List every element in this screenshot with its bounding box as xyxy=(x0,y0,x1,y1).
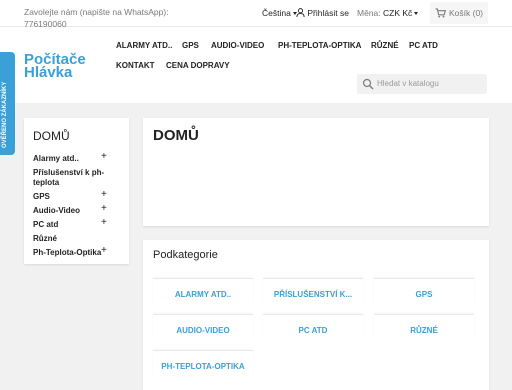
logo-line-2: Hlávka xyxy=(24,64,73,81)
expand-plus-icon[interactable]: + xyxy=(101,217,107,228)
login-link[interactable]: Přihlásit se xyxy=(296,8,349,18)
nav-item-gps[interactable]: GPS xyxy=(182,41,199,50)
sidebar-item-pc-atd[interactable]: PC atd xyxy=(33,220,58,230)
search-input[interactable]: Hledat v katalogu xyxy=(377,79,439,88)
sidebar-title[interactable]: DOMŮ xyxy=(33,129,70,143)
expand-plus-icon[interactable]: + xyxy=(101,245,107,256)
sidebar-item-audio-video[interactable]: Audio-Video xyxy=(33,206,80,216)
sidebar-item-label: Ph-Teplota-Optika xyxy=(33,248,102,257)
subcategory-audio-video[interactable]: AUDIO-VIDEO xyxy=(153,314,253,339)
subcategories-heading: Podkategorie xyxy=(153,249,218,261)
nav-item-ruzne[interactable]: RŮZNÉ xyxy=(371,41,399,50)
expand-plus-icon[interactable]: + xyxy=(101,189,107,200)
subcategory-alarmy[interactable]: ALARMY ATD.. xyxy=(153,278,253,303)
cart-icon xyxy=(435,8,446,18)
subcategory-gps[interactable]: GPS xyxy=(374,278,474,303)
page-title: DOMŮ xyxy=(153,127,199,144)
nav-item-cena-dopravy[interactable]: CENA DOPRAVY xyxy=(166,61,230,70)
user-icon xyxy=(296,8,305,18)
sidebar-item-label: Příslušenství k ph-teplota xyxy=(33,168,105,187)
subcategory-pc-atd[interactable]: PC ATD xyxy=(263,314,363,339)
header: Počítače Hlávka ALARMY ATD.. GPS AUDIO-V… xyxy=(0,27,512,103)
sidebar-item-ruzne[interactable]: Různé xyxy=(33,234,57,244)
cart-label: Košík (0) xyxy=(449,8,484,18)
currency-label: Měna: xyxy=(357,8,381,18)
expand-plus-icon[interactable]: + xyxy=(101,203,107,214)
sidebar-item-label: PC atd xyxy=(33,220,59,229)
site-logo[interactable]: Počítače Hlávka xyxy=(24,52,104,83)
sidebar-item-gps[interactable]: GPS xyxy=(33,192,50,202)
language-selector[interactable]: Čeština xyxy=(262,8,297,18)
search-box[interactable]: Hledat v katalogu xyxy=(357,74,487,94)
subcategory-ph-teplota-optika[interactable]: PH-TEPLOTA-OPTIKA xyxy=(153,350,253,375)
sidebar-item-prislusenstvi[interactable]: Příslušenství k ph-teplota xyxy=(33,168,111,188)
verified-reviews-badge[interactable]: OVĚŘENO ZÁKAZNÍKY xyxy=(0,52,15,155)
subcategories-section: Podkategorie ALARMY ATD.. PŘÍSLUŠENSTVÍ … xyxy=(143,240,489,390)
top-bar: Zavolejte nám (napište na WhatsApp): 776… xyxy=(0,0,512,29)
nav-item-pc-atd[interactable]: PC ATD xyxy=(409,41,438,50)
expand-plus-icon[interactable]: + xyxy=(101,151,107,162)
sidebar-item-ph-teplota-optika[interactable]: Ph-Teplota-Optika xyxy=(33,248,101,258)
search-icon[interactable] xyxy=(362,78,374,90)
nav-item-ph-teplota-optika[interactable]: PH-TEPLOTA-OPTIKA xyxy=(278,41,361,50)
nav-item-alarmy[interactable]: ALARMY ATD.. xyxy=(116,41,172,50)
sidebar-item-alarmy[interactable]: Alarmy atd.. xyxy=(33,154,79,164)
sidebar-item-label: Různé xyxy=(33,234,57,243)
sidebar-item-label: GPS xyxy=(33,192,50,201)
sidebar-item-label: Alarmy atd.. xyxy=(33,154,79,163)
category-header: DOMŮ xyxy=(143,118,489,226)
login-label: Přihlásit se xyxy=(307,8,349,18)
currency-value: CZK Kč xyxy=(383,8,413,18)
category-sidebar: DOMŮ Alarmy atd.. + Příslušenství k ph-t… xyxy=(24,118,129,264)
nav-item-kontakt[interactable]: KONTAKT xyxy=(116,61,155,70)
nav-item-audio-video[interactable]: AUDIO-VIDEO xyxy=(211,41,264,50)
chevron-down-icon xyxy=(414,12,419,16)
badge-label: OVĚŘENO ZÁKAZNÍKY xyxy=(2,81,8,148)
subcategory-prislusenstvi[interactable]: PŘÍSLUŠENSTVÍ K... xyxy=(263,278,363,303)
sidebar-item-label: Audio-Video xyxy=(33,206,80,215)
subcategory-ruzne[interactable]: RŮZNÉ xyxy=(374,314,474,339)
cart-button[interactable]: Košík (0) xyxy=(430,2,488,24)
currency-selector[interactable]: Měna: CZK Kč xyxy=(357,8,419,18)
language-label: Čeština xyxy=(262,8,291,18)
